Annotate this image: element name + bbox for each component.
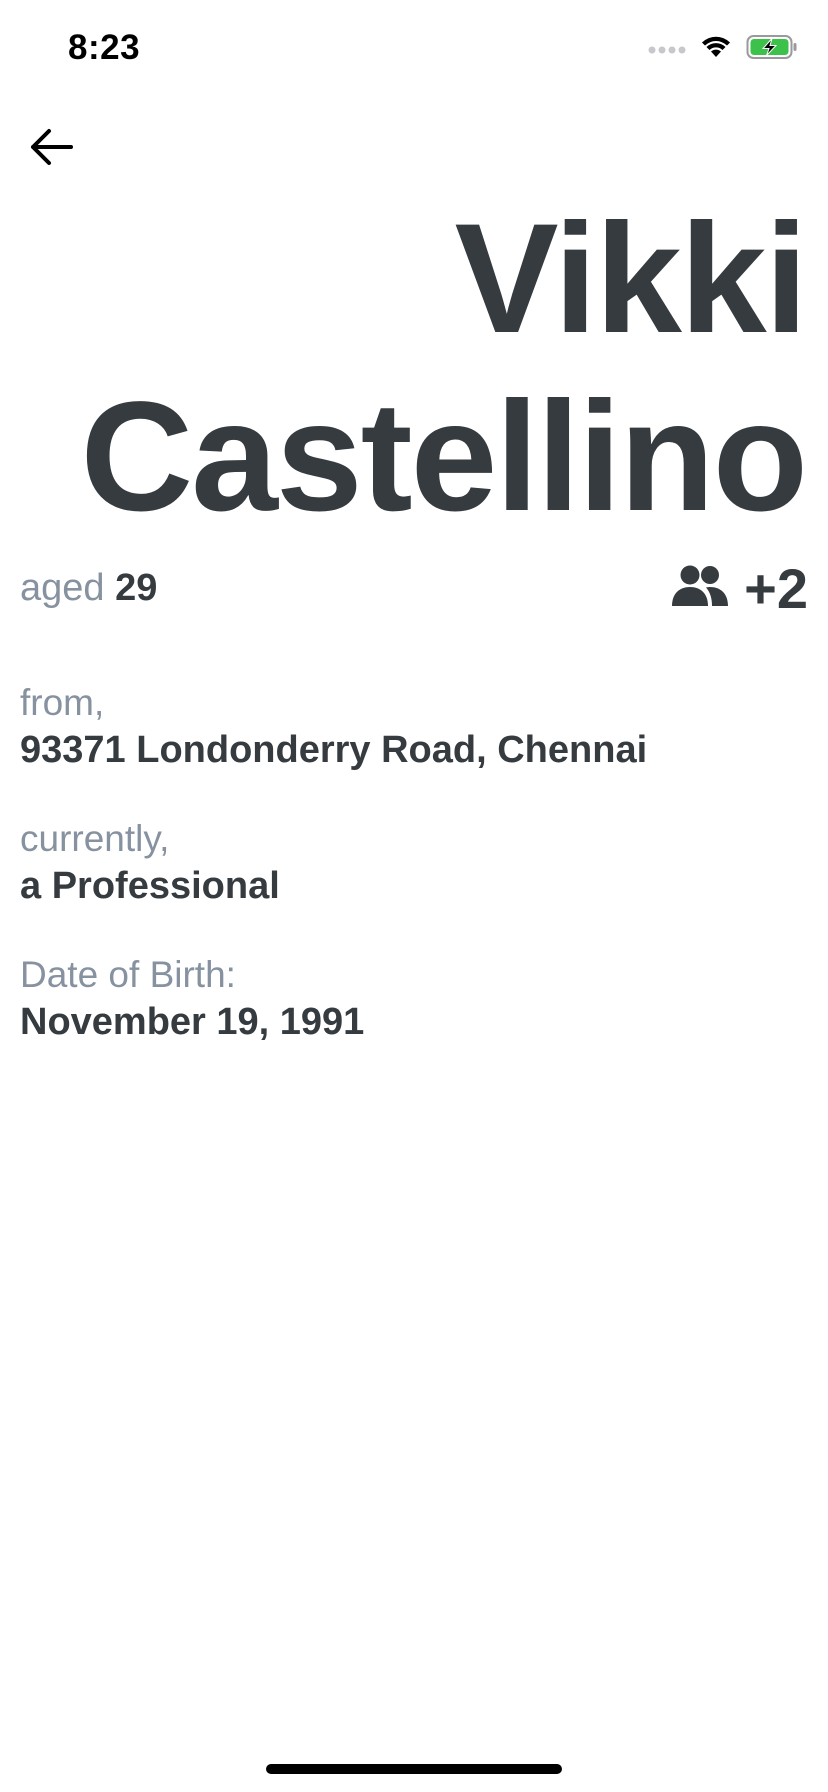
from-label: from, xyxy=(20,682,105,723)
back-button[interactable] xyxy=(26,124,76,174)
last-name: Castellino xyxy=(80,370,808,544)
signal-icon xyxy=(648,41,686,59)
age-value: 29 xyxy=(115,566,158,609)
currently-value: a Professional xyxy=(20,865,280,907)
meta-row: aged 29 +2 xyxy=(20,556,808,621)
home-indicator[interactable] xyxy=(266,1764,562,1774)
currently-field: currently, a Professional xyxy=(20,816,280,910)
currently-label: currently, xyxy=(20,818,170,859)
from-value: 93371 Londonderry Road, Chennai xyxy=(20,729,648,771)
dob-field: Date of Birth: November 19, 1991 xyxy=(20,952,364,1046)
family-count-value: +2 xyxy=(744,556,808,620)
family-count[interactable]: +2 xyxy=(670,556,808,621)
dob-label: Date of Birth: xyxy=(20,954,236,995)
status-icons xyxy=(648,34,798,65)
status-bar: 8:23 xyxy=(0,0,828,100)
profile-name: Vikki Castellino xyxy=(80,190,808,546)
first-name: Vikki xyxy=(454,192,808,366)
wifi-icon xyxy=(700,35,732,64)
dob-value: November 19, 1991 xyxy=(20,1001,365,1043)
age-info: aged 29 xyxy=(20,567,157,610)
age-label: aged xyxy=(20,566,105,609)
battery-icon xyxy=(746,34,798,65)
users-icon xyxy=(670,564,730,613)
status-time: 8:23 xyxy=(68,28,141,67)
arrow-left-icon xyxy=(29,127,73,172)
from-field: from, 93371 Londonderry Road, Chennai xyxy=(20,680,647,774)
